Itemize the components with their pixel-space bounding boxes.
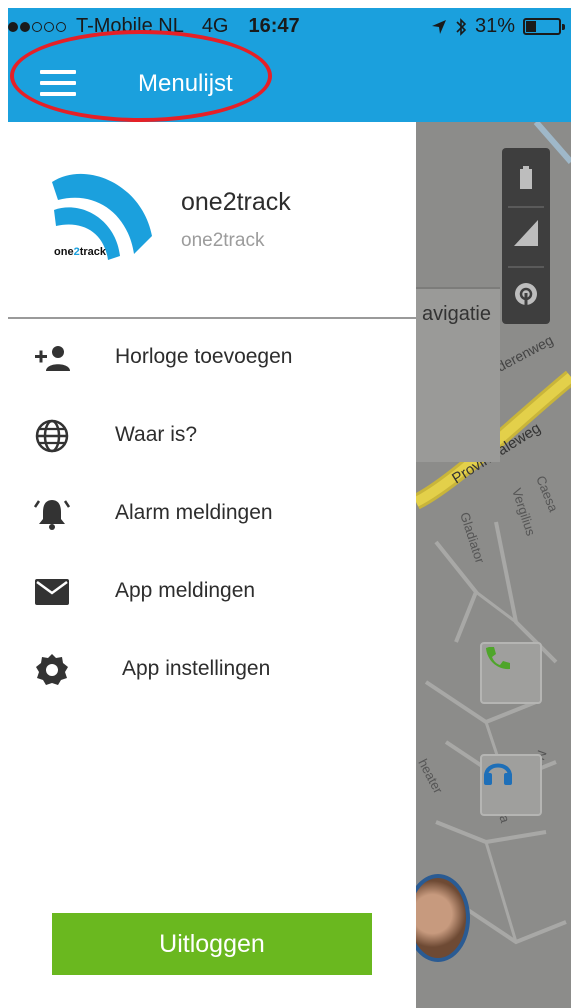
navigation-panel: avigatie bbox=[416, 287, 500, 462]
hamburger-icon[interactable] bbox=[40, 70, 76, 98]
profile-name: one2track bbox=[181, 188, 291, 216]
menu-item-label: Alarm meldingen bbox=[115, 501, 273, 524]
clock: 16:47 bbox=[248, 15, 300, 37]
navigation-drawer: one2track one2track one2track Horloge to… bbox=[8, 122, 416, 1008]
page-title: Menulijst bbox=[138, 70, 233, 97]
profile-section: one2track one2track one2track bbox=[8, 122, 416, 317]
menu-list: Horloge toevoegen Waar is? Alarm melding… bbox=[8, 319, 416, 709]
battery-icon bbox=[523, 18, 565, 35]
location-arrow-icon bbox=[431, 19, 446, 34]
street-label: Caesa bbox=[533, 474, 561, 515]
logout-button[interactable]: Uitloggen bbox=[52, 913, 372, 975]
street-label: Gladiator bbox=[457, 510, 488, 565]
signal-strength-icon bbox=[8, 21, 66, 32]
menu-item-waar-is[interactable]: Waar is? bbox=[8, 397, 416, 475]
carrier-name: T-Mobile NL bbox=[76, 15, 184, 37]
menu-item-horloge-toevoegen[interactable]: Horloge toevoegen bbox=[8, 319, 416, 397]
profile-subtitle: one2track bbox=[181, 230, 265, 251]
map-tool-stack bbox=[502, 148, 550, 324]
listen-button[interactable] bbox=[480, 754, 542, 816]
menu-item-label: Waar is? bbox=[115, 423, 198, 446]
phone-icon bbox=[486, 647, 510, 670]
menu-item-label: App instellingen bbox=[122, 657, 271, 680]
navigation-label: avigatie bbox=[422, 303, 491, 325]
street-label: derenweg bbox=[494, 332, 556, 375]
battery-percent: 31% bbox=[474, 15, 515, 37]
headphones-icon bbox=[484, 763, 512, 785]
alarm-bell-icon bbox=[34, 497, 70, 531]
menu-item-label: App meldingen bbox=[115, 579, 256, 602]
logo-text: one2track bbox=[54, 246, 106, 258]
menu-item-app-instellingen[interactable]: App instellingen bbox=[8, 631, 416, 709]
gps-status-icon[interactable] bbox=[514, 282, 538, 306]
signal-status-icon[interactable] bbox=[514, 220, 538, 246]
menu-item-label: Horloge toevoegen bbox=[115, 345, 293, 368]
envelope-icon bbox=[34, 575, 70, 609]
globe-icon bbox=[34, 419, 70, 453]
add-person-icon bbox=[34, 341, 70, 375]
status-bar: T-Mobile NL 4G 16:47 31% bbox=[8, 8, 571, 46]
menu-item-app-meldingen[interactable]: App meldingen bbox=[8, 553, 416, 631]
street-label: heater bbox=[416, 756, 446, 796]
status-right: 31% bbox=[431, 15, 565, 38]
map-background[interactable]: derenweg Provincialeweg Caesa Vergilius … bbox=[416, 122, 571, 1008]
street-label: Vergilius bbox=[509, 486, 539, 538]
battery-status-icon[interactable] bbox=[516, 166, 536, 190]
network-type: 4G bbox=[201, 15, 229, 37]
app-header: Menulijst bbox=[8, 46, 571, 122]
menu-item-alarm-meldingen[interactable]: Alarm meldingen bbox=[8, 475, 416, 553]
bluetooth-icon bbox=[456, 17, 467, 36]
gear-icon bbox=[34, 653, 70, 687]
status-left: T-Mobile NL 4G 16:47 bbox=[8, 15, 300, 38]
call-button[interactable] bbox=[480, 642, 542, 704]
